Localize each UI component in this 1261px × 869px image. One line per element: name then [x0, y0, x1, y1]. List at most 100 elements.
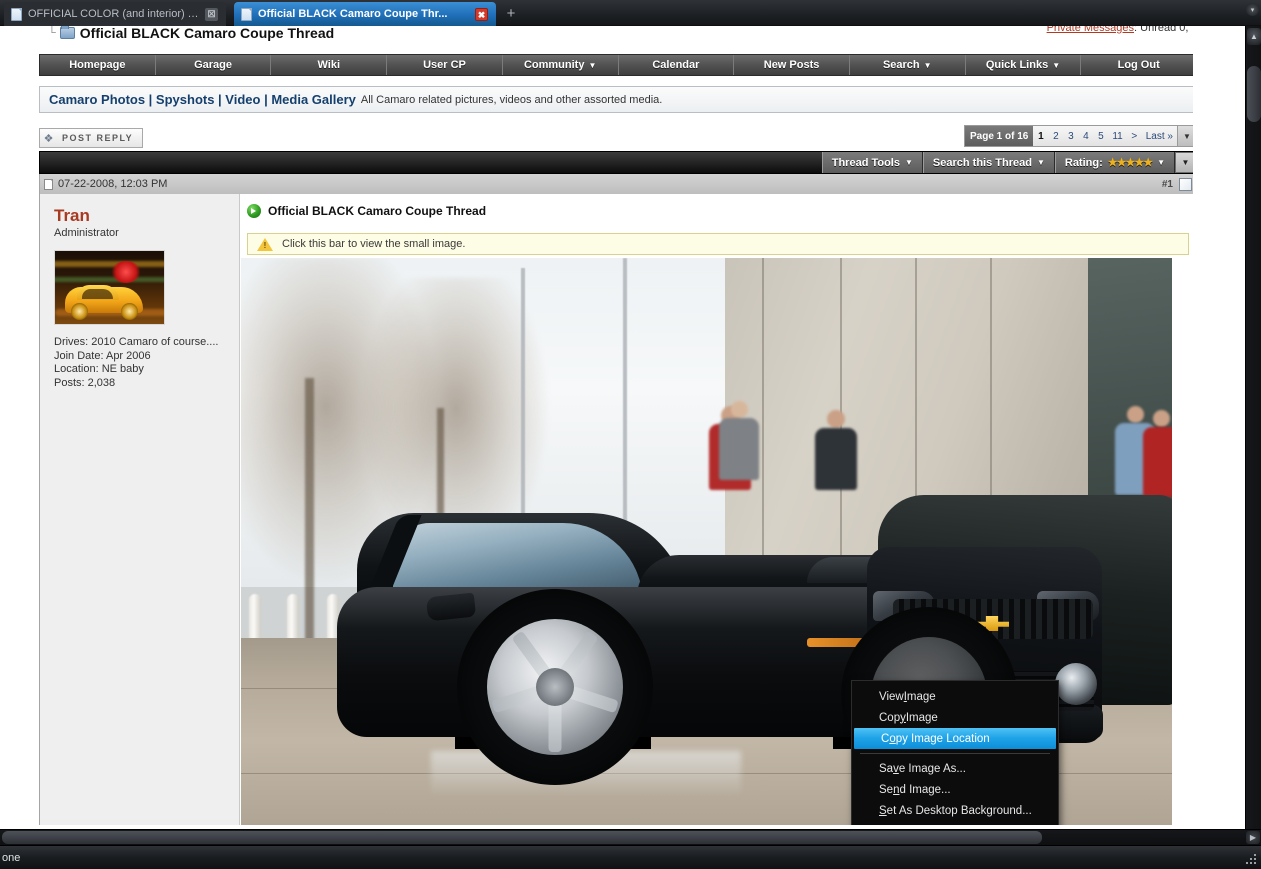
nav-item-community[interactable]: Community ▼ — [503, 55, 619, 75]
page-favicon-icon — [11, 7, 22, 21]
post-header: 07-22-2008, 12:03 PM #1 — [39, 174, 1197, 194]
main-navigation: Homepage Garage Wiki User CP Community ▼ … — [39, 54, 1197, 76]
page-right-margin — [1193, 26, 1245, 829]
nav-label: Homepage — [69, 59, 126, 71]
page-link-11[interactable]: 11 — [1108, 126, 1126, 146]
photo-person — [1143, 427, 1172, 497]
tree-elbow-icon: └ — [48, 27, 56, 39]
nav-item-homepage[interactable]: Homepage — [40, 55, 156, 75]
post-reply-button[interactable]: ❖ POST REPLY — [39, 128, 144, 148]
browser-tab-active[interactable]: Official BLACK Camaro Coupe Thr... ✖ — [234, 2, 496, 26]
photo-car-mirror — [425, 592, 477, 622]
nav-item-garage[interactable]: Garage — [156, 55, 272, 75]
post-reply-label: POST REPLY — [62, 133, 134, 143]
vertical-scrollbar[interactable]: ▲ — [1245, 26, 1261, 829]
status-bar: one — [0, 845, 1261, 869]
new-tab-button[interactable]: + — [500, 4, 522, 24]
breadcrumb-current-row: └ Official BLACK Camaro Coupe Thread — [48, 26, 334, 44]
rating-button[interactable]: Rating: ★★★★★ ▼ — [1054, 152, 1175, 173]
photo-person-head — [731, 401, 748, 418]
post-date: 07-22-2008, 12:03 PM — [58, 178, 168, 190]
photo-car-hub — [536, 668, 574, 706]
folder-icon — [59, 26, 75, 39]
nav-item-log-out[interactable]: Log Out — [1081, 55, 1196, 75]
user-stats: Drives: 2010 Camaro of course.... Join D… — [54, 336, 239, 390]
page-title: Official BLACK Camaro Coupe Thread — [79, 26, 335, 41]
post-body: Tran Administrator Drives: 2010 Camaro o… — [39, 194, 1197, 825]
nav-item-calendar[interactable]: Calendar — [619, 55, 735, 75]
user-drives: Drives: 2010 Camaro of course.... — [54, 336, 219, 348]
section-title[interactable]: Camaro Photos | Spyshots | Video | Media… — [49, 92, 356, 107]
nav-label: Garage — [194, 59, 233, 71]
nav-item-new-posts[interactable]: New Posts — [734, 55, 850, 75]
page-viewport: Media Gallery └ Official BLACK Camaro Co… — [0, 26, 1245, 829]
nav-item-quick-links[interactable]: Quick Links ▼ — [966, 55, 1082, 75]
post-number[interactable]: #1 — [1162, 179, 1173, 190]
context-menu-item-send-image[interactable]: Se n d Image... — [852, 779, 1058, 800]
context-menu-item-view-image[interactable]: View Image — [852, 686, 1058, 707]
scroll-up-icon[interactable]: ▲ — [1247, 28, 1261, 45]
thread-tools-button[interactable]: Thread Tools ▼ — [821, 152, 923, 173]
thread-tools-label: Thread Tools — [831, 156, 900, 169]
avatar[interactable] — [54, 250, 165, 325]
user-join-date: Join Date: Apr 2006 — [54, 349, 151, 362]
menu-separator — [860, 753, 1050, 754]
page-link-1[interactable]: 1 — [1033, 126, 1048, 146]
page-link-3[interactable]: 3 — [1063, 126, 1078, 146]
scroll-right-icon[interactable]: ▶ — [1246, 831, 1260, 844]
user-posts: Posts: 2,038 — [54, 376, 116, 389]
post-image-camaro[interactable]: View Image Cop y Image Co py Image Locatio… — [241, 258, 1172, 825]
post-select-checkbox[interactable] — [1179, 177, 1192, 191]
label-post: mage — [906, 690, 936, 703]
context-menu-item-set-as-desktop-background[interactable]: Set As Desktop Background... — [852, 800, 1058, 821]
section-description: All Camaro related pictures, videos and … — [360, 93, 663, 106]
label-pre: Se — [879, 783, 894, 796]
window-menu-icon[interactable]: ▾ — [1246, 3, 1259, 16]
photo-person-head — [1127, 406, 1144, 423]
avatar-wheel — [121, 303, 138, 320]
image-resize-text: Click this bar to view the small image. — [282, 238, 466, 250]
image-resize-bar[interactable]: Click this bar to view the small image. — [247, 233, 1189, 255]
nav-label: New Posts — [763, 59, 820, 71]
page-link-4[interactable]: 4 — [1078, 126, 1093, 146]
nav-label: Quick Links — [985, 59, 1049, 71]
context-menu-item-copy-image-location[interactable]: Co py Image Location — [854, 728, 1056, 749]
horizontal-scrollbar[interactable]: ▶ — [0, 829, 1261, 845]
chevron-down-icon: ▼ — [1157, 158, 1165, 167]
browser-tab-inactive[interactable]: OFFICIAL COLOR (and interior) Threa... ☒ — [4, 2, 226, 26]
page-link-2[interactable]: 2 — [1048, 126, 1063, 146]
page-link-5[interactable]: 5 — [1093, 126, 1108, 146]
nav-item-user-cp[interactable]: User CP — [387, 55, 503, 75]
nav-item-search[interactable]: Search ▼ — [850, 55, 966, 75]
label-post: d Image... — [899, 783, 951, 796]
close-icon[interactable]: ✖ — [475, 7, 488, 21]
spacer — [0, 113, 1245, 125]
nav-item-wiki[interactable]: Wiki — [271, 55, 388, 75]
tab-title: OFFICIAL COLOR (and interior) Threa... — [28, 8, 199, 20]
label-pre: C — [881, 732, 890, 745]
context-menu-item-save-image-as[interactable]: Sa v e Image As... — [852, 758, 1058, 779]
nav-label: Calendar — [652, 59, 700, 71]
label-post: e Image As... — [898, 762, 966, 775]
context-menu-item-copy-image[interactable]: Cop y Image — [852, 707, 1058, 728]
chevron-down-icon: ▼ — [923, 60, 932, 70]
username[interactable]: Tran — [54, 206, 239, 225]
vertical-scrollbar-thumb[interactable] — [1247, 66, 1261, 122]
search-this-thread-button[interactable]: Search this Thread ▼ — [922, 152, 1055, 173]
chevron-down-icon: ▼ — [1052, 60, 1061, 70]
page-next-link[interactable]: > — [1127, 126, 1142, 146]
horizontal-scrollbar-thumb[interactable] — [2, 831, 1042, 844]
resize-grip-icon[interactable] — [1244, 852, 1258, 866]
close-icon[interactable]: ☒ — [205, 7, 218, 21]
page-last-link[interactable]: Last » — [1142, 126, 1177, 146]
page-favicon-icon — [241, 7, 252, 21]
warning-icon — [257, 237, 273, 251]
nav-label: Search — [882, 59, 920, 71]
nav-label: Wiki — [317, 59, 341, 71]
private-messages-link[interactable]: Private Messages — [1047, 26, 1134, 34]
photo-car-fog-lamp — [1055, 663, 1097, 705]
thread-tools-bar: Thread Tools ▼ Search this Thread ▼ Rati… — [39, 151, 1197, 174]
photo-tree-trunk — [305, 378, 314, 678]
context-menu-item-block-images[interactable]: Block Images from camaro5.com — [852, 821, 1058, 825]
post-header-right: #1 — [1162, 177, 1192, 191]
